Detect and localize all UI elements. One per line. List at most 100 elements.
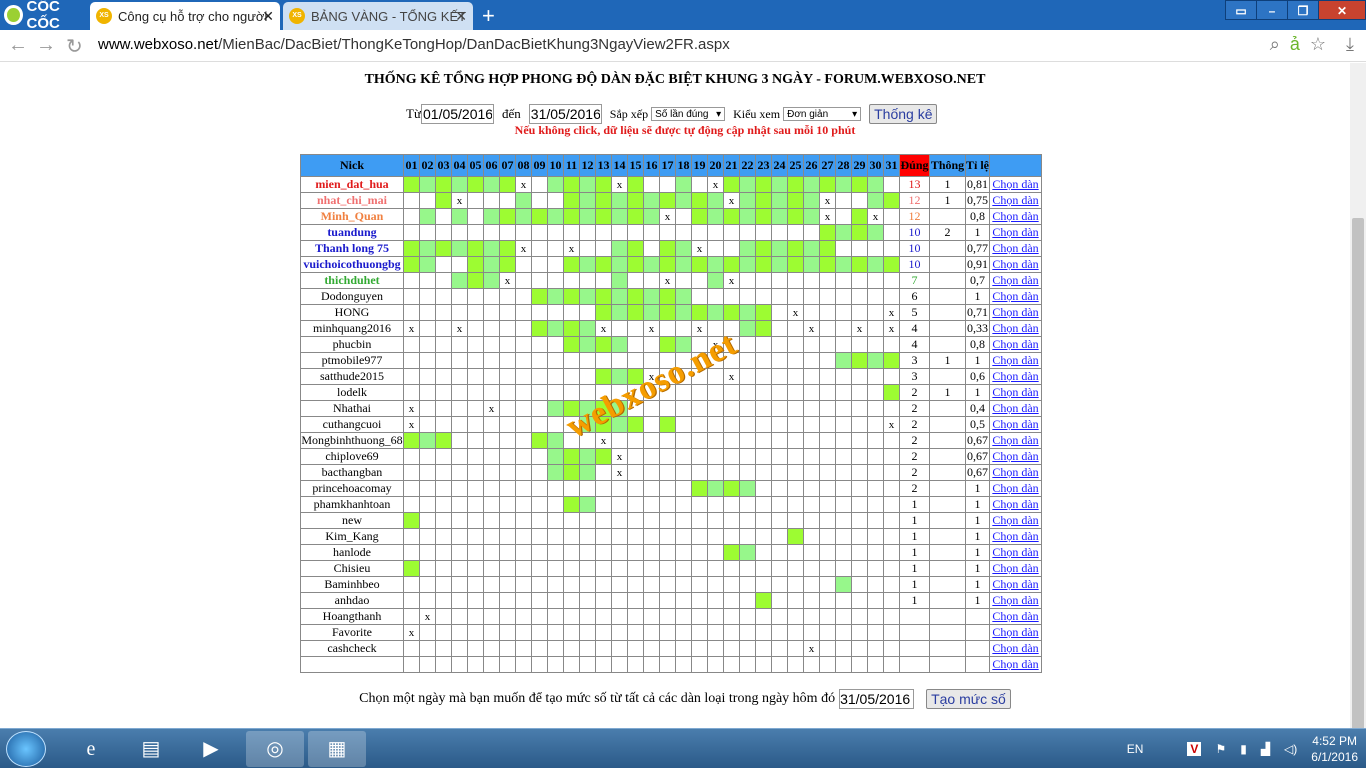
choose-set-link[interactable]: Chọn dàn: [992, 178, 1038, 192]
choose-set-link[interactable]: Chọn dàn: [992, 370, 1038, 384]
choose-set-link[interactable]: Chọn dàn: [992, 306, 1038, 320]
choose-set-link[interactable]: Chọn dàn: [992, 546, 1038, 560]
empty-cell: [803, 560, 820, 577]
browser-logo[interactable]: CỐC CỐC: [0, 0, 90, 32]
choose-set-link[interactable]: Chọn dàn: [992, 322, 1038, 336]
choose-set-link[interactable]: Chọn dàn: [992, 242, 1038, 256]
thong-cell: [929, 464, 966, 481]
empty-cell: [675, 512, 692, 529]
download-icon[interactable]: ⤓: [1346, 34, 1354, 55]
tab-inactive[interactable]: XS BẢNG VÀNG - TỔNG KẾT ✕: [283, 2, 473, 30]
view-select[interactable]: Đơn giản ▾: [783, 107, 862, 121]
choose-set-link[interactable]: Chọn dàn: [992, 482, 1038, 496]
choose-set-link[interactable]: Chọn dàn: [992, 194, 1038, 208]
choose-set-link[interactable]: Chọn dàn: [992, 642, 1038, 656]
forward-icon[interactable]: →: [36, 34, 56, 57]
generate-button[interactable]: Tạo mức số: [926, 689, 1011, 709]
maximize-icon[interactable]: ❐: [1287, 0, 1319, 20]
choose-set-link[interactable]: Chọn dàn: [992, 274, 1038, 288]
choose-set-link[interactable]: Chọn dàn: [992, 402, 1038, 416]
minimize-icon[interactable]: –: [1256, 0, 1288, 20]
empty-cell: [595, 528, 612, 545]
generate-date-input[interactable]: [839, 689, 915, 709]
empty-cell: [643, 496, 660, 513]
zoom-icon[interactable]: ⌕: [1270, 34, 1280, 55]
choose-set-link[interactable]: Chọn dàn: [992, 530, 1038, 544]
empty-cell: [707, 624, 724, 641]
hit-cell: [595, 336, 612, 353]
address-bar[interactable]: www.webxoso.net/MienBac/DacBiet/ThongKeT…: [98, 36, 730, 53]
star-icon[interactable]: ☆: [1310, 34, 1326, 55]
control-panel-icon[interactable]: ▦: [308, 731, 366, 767]
choose-set-link[interactable]: Chọn dàn: [992, 658, 1038, 672]
choose-set-link[interactable]: Chọn dàn: [992, 578, 1038, 592]
choose-set-link[interactable]: Chọn dàn: [992, 514, 1038, 528]
from-date-input[interactable]: [421, 104, 494, 124]
empty-cell: [643, 656, 660, 673]
scrollbar-thumb[interactable]: [1352, 218, 1364, 753]
choose-set-link[interactable]: Chọn dàn: [992, 418, 1038, 432]
close-window-icon[interactable]: ✕: [1318, 0, 1366, 20]
empty-cell: [483, 192, 500, 209]
file-explorer-icon[interactable]: ▤: [122, 731, 180, 767]
choose-set-link[interactable]: Chọn dàn: [992, 498, 1038, 512]
empty-cell: [595, 560, 612, 577]
choose-set-link[interactable]: Chọn dàn: [992, 610, 1038, 624]
flag-icon[interactable]: ⚑: [1215, 742, 1226, 756]
choose-set-link[interactable]: Chọn dàn: [992, 626, 1038, 640]
close-tab-icon[interactable]: ✕: [455, 8, 467, 25]
empty-cell: [851, 528, 868, 545]
antivirus-icon[interactable]: V: [1187, 742, 1202, 756]
start-button[interactable]: [6, 731, 46, 767]
back-icon[interactable]: ←: [8, 34, 28, 57]
choose-set-link[interactable]: Chọn dàn: [992, 226, 1038, 240]
choose-set-link[interactable]: Chọn dàn: [992, 562, 1038, 576]
hit-cell: [467, 240, 484, 257]
signal-icon[interactable]: ▟: [1261, 742, 1270, 756]
hit-cell: [691, 208, 708, 225]
reload-icon[interactable]: ↻: [66, 34, 83, 59]
empty-cell: [803, 480, 820, 497]
coccoc-taskbar-icon[interactable]: ◎: [246, 731, 304, 767]
choose-set-link[interactable]: Chọn dàn: [992, 450, 1038, 464]
empty-cell: [739, 400, 756, 417]
clock[interactable]: 4:52 PM 6/1/2016: [1311, 733, 1358, 765]
empty-cell: [787, 224, 804, 241]
hit-cell: [595, 368, 612, 385]
empty-cell: [643, 432, 660, 449]
coccoc-extension-icon[interactable]: ả: [1290, 34, 1300, 55]
empty-cell: [515, 320, 532, 337]
tab-active[interactable]: XS Công cụ hỗ trợ cho người ✕: [90, 2, 280, 30]
language-indicator[interactable]: EN: [1127, 742, 1144, 756]
media-player-icon[interactable]: ▶: [182, 731, 240, 767]
dropdown-arrow-icon: ▾: [852, 108, 858, 120]
choose-set-link[interactable]: Chọn dàn: [992, 290, 1038, 304]
empty-cell: [675, 560, 692, 577]
choose-set-link[interactable]: Chọn dàn: [992, 338, 1038, 352]
new-tab-icon[interactable]: +: [482, 3, 495, 29]
choose-set-link[interactable]: Chọn dàn: [992, 258, 1038, 272]
vertical-scrollbar[interactable]: [1350, 63, 1366, 753]
close-tab-icon[interactable]: ✕: [262, 8, 274, 25]
choose-set-link[interactable]: Chọn dàn: [992, 466, 1038, 480]
stats-button[interactable]: Thống kê: [869, 104, 938, 124]
empty-cell: [675, 464, 692, 481]
empty-cell: [835, 624, 852, 641]
choose-set-link[interactable]: Chọn dàn: [992, 210, 1038, 224]
empty-cell: [739, 496, 756, 513]
volume-icon[interactable]: ◁): [1284, 742, 1297, 756]
empty-cell: [403, 640, 420, 657]
choose-set-link[interactable]: Chọn dàn: [992, 594, 1038, 608]
thong-cell: [929, 432, 966, 449]
sort-select[interactable]: Số lần đúng ▾: [651, 107, 726, 121]
battery-icon[interactable]: ▮: [1240, 742, 1247, 756]
to-date-input[interactable]: [528, 104, 602, 124]
user-icon[interactable]: ▭: [1225, 0, 1257, 20]
from-label: Từ: [406, 106, 421, 121]
choose-set-link[interactable]: Chọn dàn: [992, 354, 1038, 368]
nick-cell: Chisieu: [300, 560, 404, 577]
table-row: Chọn dàn: [300, 656, 1042, 673]
internet-explorer-icon[interactable]: e: [62, 731, 120, 767]
choose-set-link[interactable]: Chọn dàn: [992, 434, 1038, 448]
choose-set-link[interactable]: Chọn dàn: [992, 386, 1038, 400]
